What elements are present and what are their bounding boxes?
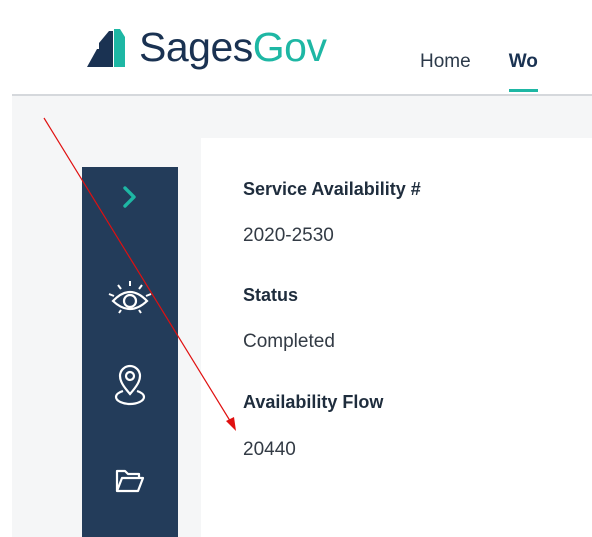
chevron-right-icon [123,186,136,208]
nav-home[interactable]: Home [420,50,471,92]
nav-work[interactable]: Wo [508,50,538,92]
sidebar-item-files[interactable] [82,451,178,511]
logo-text-sages: Sages [139,23,253,70]
eye-icon [108,281,152,314]
logo-icon [87,29,125,67]
sidebar-expand-button[interactable] [82,167,178,227]
availability-flow-value: 20440 [243,439,296,460]
sidebar-item-location[interactable] [82,355,178,415]
status-value: Completed [243,331,335,352]
availability-flow-label: Availability Flow [243,392,384,412]
location-pin-icon [114,364,146,406]
logo[interactable]: SagesGov [87,22,327,72]
page: SagesGov Home Wo Service Availability # … [0,0,592,537]
status-label: Status [243,285,299,305]
top-nav: Home Wo [420,50,538,92]
logo-text: SagesGov [139,23,327,70]
sidebar-item-view[interactable] [82,269,178,329]
service-availability-value: 2020-2530 [243,225,334,246]
folder-icon [115,469,145,493]
sidebar [82,167,178,537]
service-availability-label: Service Availability # [243,179,421,199]
header: SagesGov Home Wo [0,0,592,96]
logo-text-gov: Gov [252,23,327,70]
